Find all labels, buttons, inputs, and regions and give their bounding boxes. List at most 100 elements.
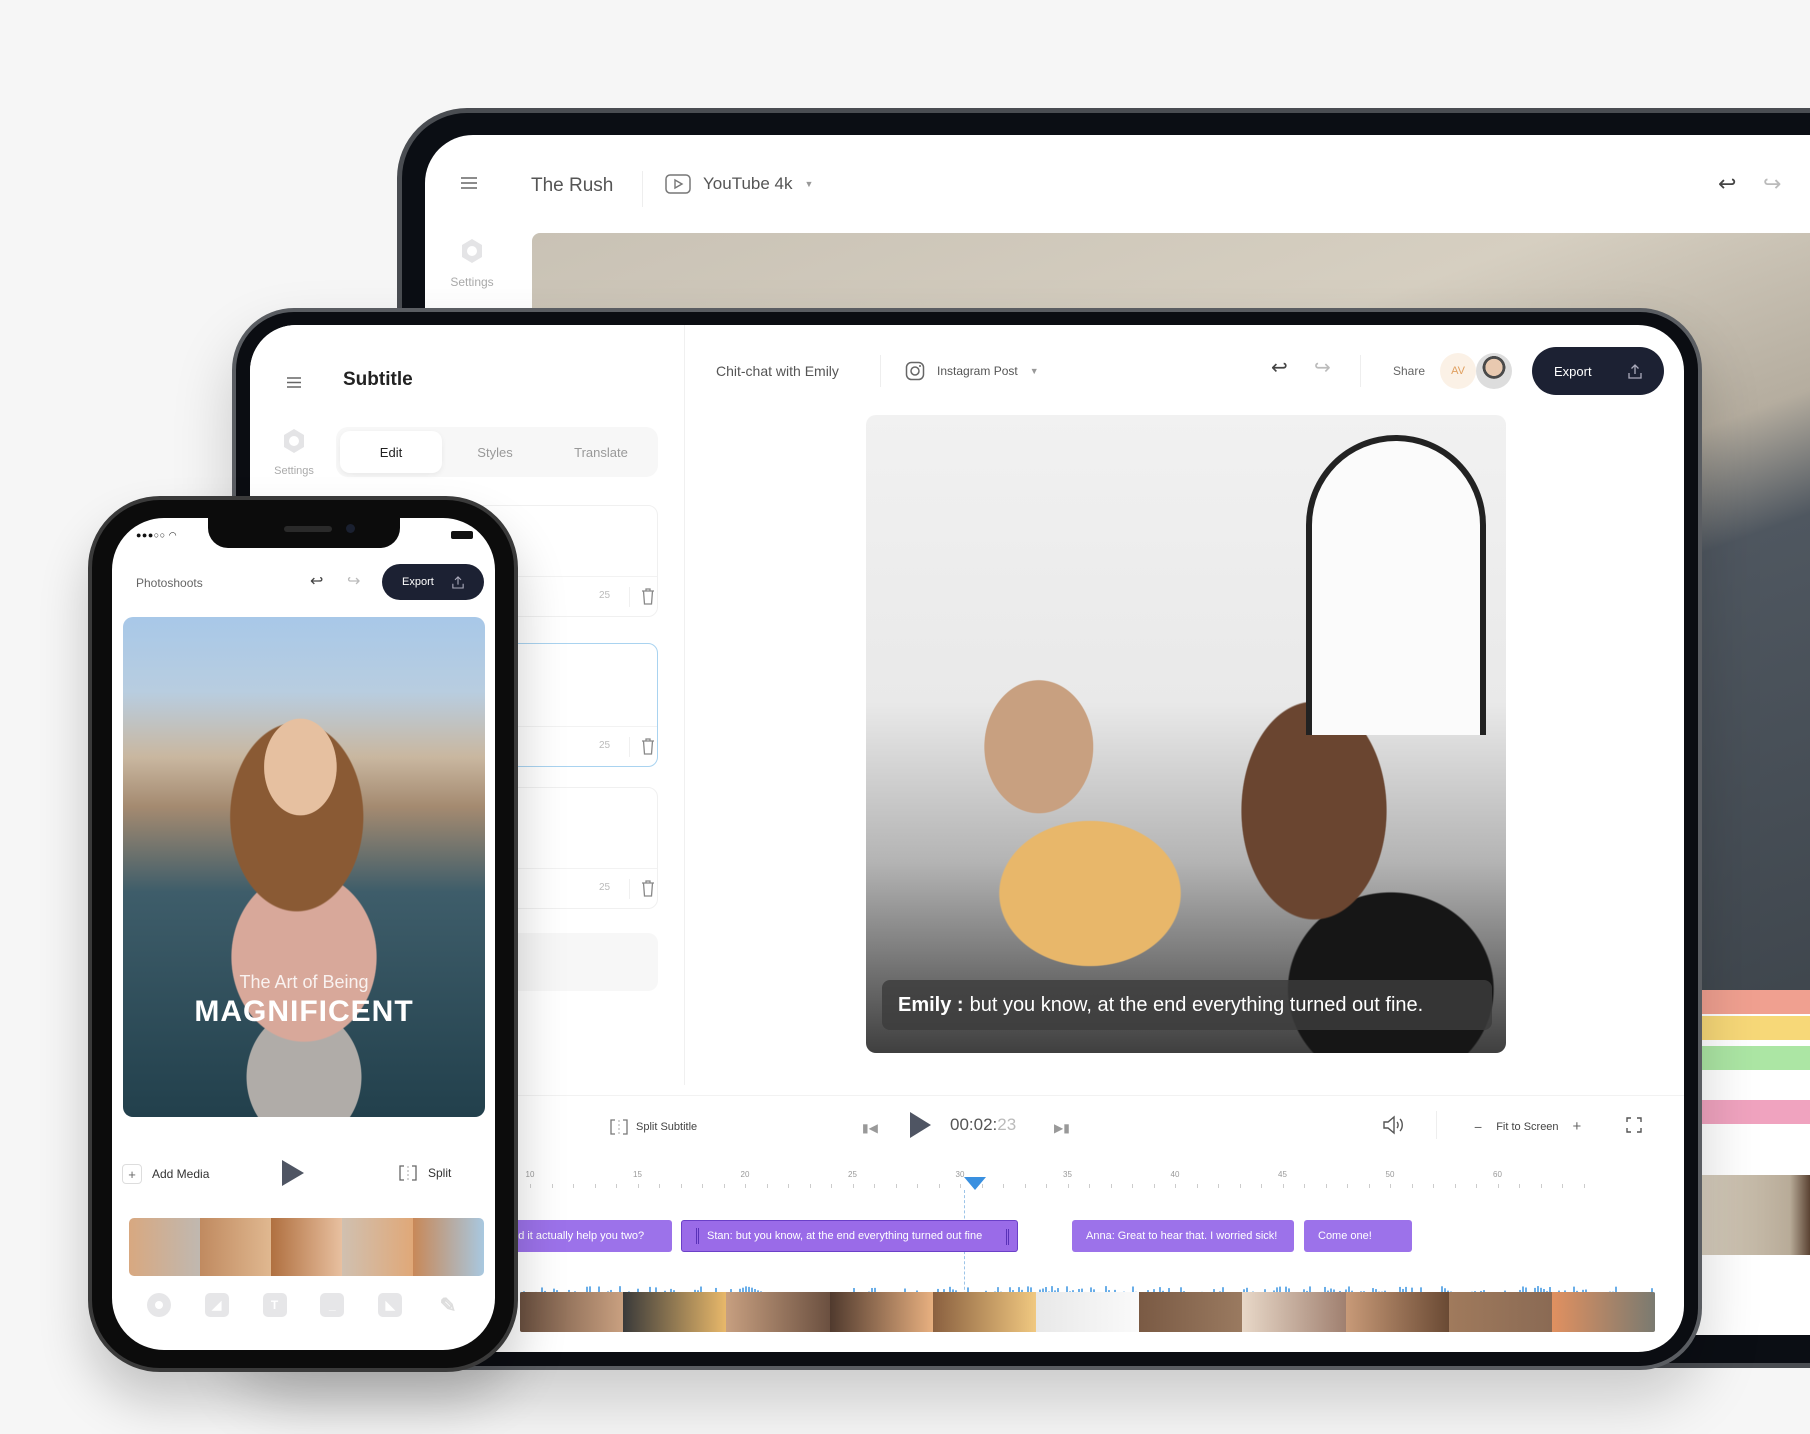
preset-dropdown[interactable]: Instagram Post ▼ — [905, 361, 1039, 381]
redo-icon[interactable]: ↪ — [1763, 171, 1781, 197]
add-media-label: Add Media — [152, 1167, 210, 1181]
video-preview[interactable]: The Art of Being MAGNIFICENT — [123, 617, 485, 1117]
sidebar-item-settings[interactable]: Settings — [268, 427, 320, 477]
subtitle-icon[interactable]: _ — [320, 1293, 345, 1317]
avatar[interactable] — [1476, 353, 1512, 389]
phone-notch — [208, 518, 400, 548]
undo-icon[interactable]: ↩ — [310, 571, 323, 591]
image-icon[interactable]: ◢ — [204, 1293, 229, 1317]
ruler-tick-label: 15 — [633, 1170, 642, 1179]
timeline-ruler[interactable]: 10 15 20 25 30 35 40 45 50 60 — [526, 1170, 1670, 1200]
preset-dropdown[interactable]: YouTube 4k ▼ — [665, 174, 813, 194]
redo-icon[interactable]: ↪ — [1314, 355, 1331, 380]
sticker-icon[interactable]: ◣ — [378, 1293, 403, 1317]
ruler-tick-label: 25 — [848, 1170, 857, 1179]
split-subtitle-button[interactable]: Split Subtitle — [610, 1119, 697, 1135]
subtitle-clip[interactable]: Come one! — [1304, 1220, 1412, 1252]
add-media-button[interactable]: + Add Media — [122, 1164, 209, 1184]
undo-icon[interactable]: ↩ — [1718, 171, 1736, 197]
trash-icon[interactable] — [641, 879, 655, 897]
video-filmstrip[interactable] — [520, 1292, 1655, 1332]
sidebar-item-settings[interactable]: Settings — [447, 237, 497, 289]
divider — [629, 879, 630, 899]
subtitle-clip-active[interactable]: Stan: but you know, at the end everythin… — [681, 1220, 1018, 1252]
text-icon[interactable]: T — [262, 1293, 287, 1317]
zoom-control: − Fit to Screen + — [1474, 1118, 1581, 1135]
redo-icon[interactable]: ↪ — [347, 571, 360, 591]
signal-wifi-status: ●●●○○ ◠ — [136, 530, 177, 541]
ruler-tick — [831, 1184, 832, 1188]
zoom-in-button[interactable]: + — [1573, 1118, 1582, 1135]
trash-icon[interactable] — [641, 737, 655, 755]
project-title: The Rush — [531, 175, 614, 196]
laptop-timeline-tracks — [1700, 990, 1810, 1126]
filmstrip-frame — [1035, 1292, 1140, 1332]
settings-icon[interactable] — [146, 1293, 171, 1317]
video-scene-window — [1306, 435, 1486, 735]
instagram-icon — [905, 361, 925, 381]
track-bar[interactable] — [1700, 990, 1810, 1014]
upload-icon — [1628, 364, 1642, 379]
trash-icon[interactable] — [641, 587, 655, 605]
split-button[interactable]: Split — [398, 1165, 451, 1181]
filmstrip-frame — [623, 1292, 727, 1332]
timecode-frames: 23 — [997, 1115, 1017, 1134]
ruler-tick — [1411, 1184, 1413, 1188]
ruler-tick-label: 60 — [1493, 1170, 1502, 1179]
filmstrip-frame — [342, 1218, 413, 1276]
zoom-out-button[interactable]: − — [1474, 1119, 1482, 1135]
split-icon — [610, 1119, 628, 1135]
zoom-label[interactable]: Fit to Screen — [1496, 1121, 1558, 1133]
ruler-tick — [874, 1184, 875, 1188]
filmstrip-frame — [829, 1292, 933, 1332]
filmstrip-frame — [726, 1292, 830, 1332]
export-button[interactable]: Export — [382, 564, 484, 600]
skip-back-icon[interactable]: ▮◀ — [862, 1121, 878, 1135]
play-icon[interactable] — [910, 1112, 931, 1138]
track-bar[interactable] — [1700, 1046, 1810, 1070]
filmstrip-frame — [520, 1292, 624, 1332]
video-filmstrip[interactable] — [129, 1218, 484, 1276]
track-bar[interactable] — [1700, 1100, 1810, 1124]
ruler-tick — [852, 1184, 854, 1188]
filmstrip-frame — [129, 1218, 200, 1276]
fullscreen-icon[interactable] — [1626, 1117, 1642, 1133]
phone-bottom-toolbar: ◢ T _ ◣ ✎ — [112, 1288, 495, 1322]
subtitle-clip[interactable]: Anna: Great to hear that. I worried sick… — [1072, 1220, 1294, 1252]
avatar[interactable]: AV — [1440, 353, 1476, 389]
pencil-icon[interactable]: ✎ — [436, 1293, 460, 1317]
project-title: Chit-chat with Emily — [716, 363, 839, 379]
caption-text: but you know, at the end everything turn… — [969, 993, 1424, 1016]
tab-styles[interactable]: Styles — [442, 431, 548, 473]
signal-icon: ●●●○○ — [136, 530, 166, 540]
split-icon — [399, 1165, 417, 1181]
menu-icon[interactable] — [287, 377, 301, 388]
tab-edit[interactable]: Edit — [340, 431, 442, 473]
playhead-handle[interactable] — [964, 1177, 986, 1190]
clip-trim-handle-right[interactable] — [1006, 1229, 1009, 1245]
skip-forward-icon[interactable]: ▶▮ — [1054, 1121, 1070, 1135]
filmstrip-frame — [1242, 1292, 1346, 1332]
ruler-tick — [1282, 1184, 1284, 1188]
track-bar[interactable] — [1700, 1016, 1810, 1040]
menu-icon[interactable] — [461, 177, 477, 189]
clip-trim-handle-left[interactable] — [696, 1228, 699, 1244]
divider — [1360, 355, 1361, 387]
video-preview[interactable]: Emily : but you know, at the end everyth… — [866, 415, 1506, 1053]
ruler-tick — [1304, 1184, 1305, 1188]
tab-translate[interactable]: Translate — [548, 431, 654, 473]
volume-icon[interactable] — [1382, 1115, 1406, 1135]
share-button[interactable]: Share — [1393, 364, 1425, 378]
ruler-tick — [766, 1184, 768, 1188]
undo-icon[interactable]: ↩ — [1271, 355, 1288, 380]
char-count: 25 — [599, 882, 611, 893]
laptop-header: The Rush YouTube 4k ▼ ↩ ↪ — [425, 135, 1810, 235]
caption-overlay[interactable]: Emily : but you know, at the end everyth… — [882, 980, 1492, 1030]
play-icon[interactable] — [282, 1160, 304, 1186]
ruler-tick — [917, 1184, 918, 1188]
settings-icon — [284, 429, 304, 453]
phone-controls: + Add Media Split — [112, 1158, 495, 1198]
panel-tabs: Edit Styles Translate — [336, 427, 658, 477]
export-button[interactable]: Export — [1532, 347, 1664, 395]
timecode-main: 00:02: — [950, 1115, 998, 1134]
